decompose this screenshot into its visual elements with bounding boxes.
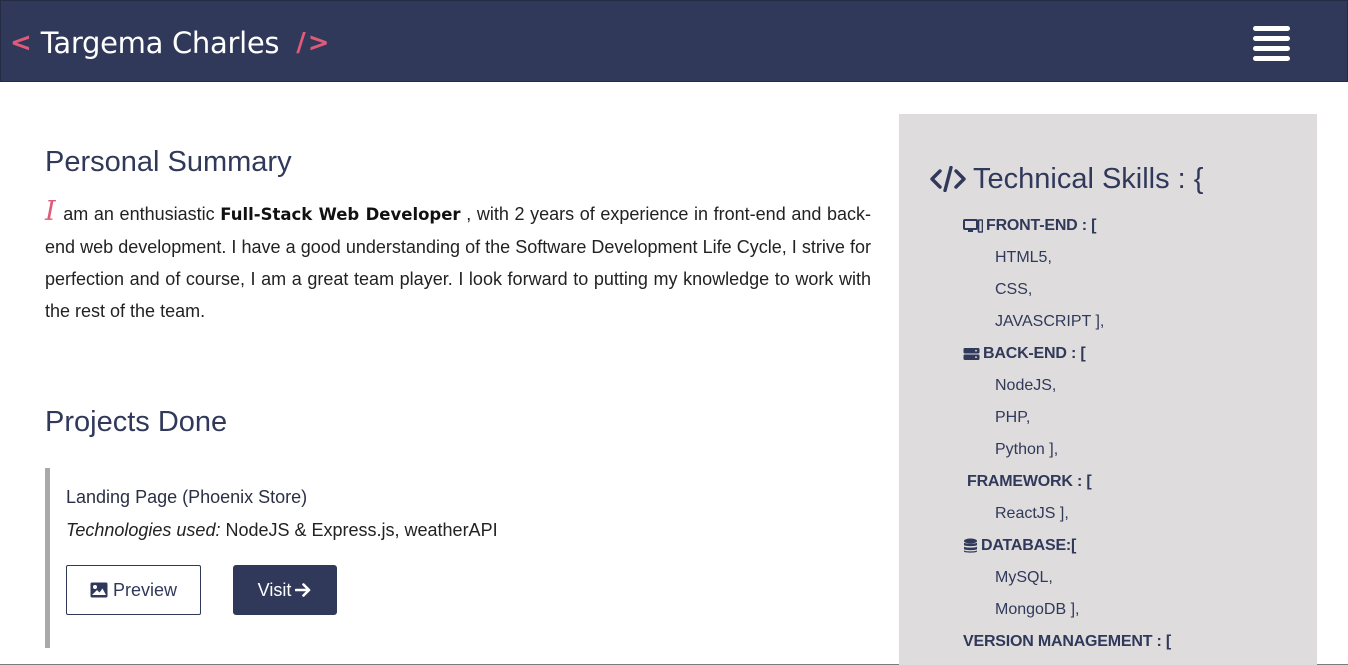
skill-item: CSS, <box>995 281 1033 298</box>
personal-summary-text: I am an enthusiastic Full-Stack Web Deve… <box>45 196 871 327</box>
skill-category-back-end: BACK-END : [ <box>963 343 1086 365</box>
project-technologies: Technologies used: NodeJS & Express.js, … <box>66 520 498 541</box>
preview-label: Preview <box>112 579 178 600</box>
project-card: Landing Page (Phoenix Store) Technologie… <box>45 468 871 648</box>
visit-button[interactable]: Visit <box>233 565 337 615</box>
hamburger-bar <box>1253 36 1290 41</box>
skill-category-database: DATABASE:[ <box>963 535 1076 557</box>
skill-line-text: VERSION MANAGEMENT : [ <box>963 633 1172 650</box>
desktop-icon <box>963 219 983 233</box>
skill-category-framework: FRAMEWORK : [ <box>967 471 1092 493</box>
skill-line-text: FRAMEWORK : [ <box>967 473 1092 490</box>
database-icon <box>963 538 978 554</box>
hamburger-bar <box>1253 46 1290 51</box>
technologies-value: NodeJS & Express.js, weatherAPI <box>220 520 498 540</box>
skill-item: MySQL, <box>995 569 1053 586</box>
skill-line-text: FRONT-END : [ <box>986 217 1097 234</box>
brand-name: Targema Charles <box>40 26 280 60</box>
skill-line-text: BACK-END : [ <box>983 345 1086 362</box>
open-bracket: < <box>10 28 32 58</box>
skill-item: NodeJS, <box>995 377 1057 394</box>
arrow-right-icon <box>295 582 312 598</box>
skill-item: JAVASCRIPT ], <box>995 313 1105 330</box>
hamburger-menu-icon[interactable] <box>1253 25 1291 63</box>
technical-skills-label: Technical Skills : { <box>973 163 1204 195</box>
hamburger-bar <box>1253 56 1290 61</box>
skill-item: Python ], <box>995 441 1059 458</box>
personal-summary-title: Personal Summary <box>45 146 292 178</box>
brand-logo[interactable]: < Targema Charles /> <box>10 23 332 63</box>
skill-item: ReactJS ], <box>995 505 1069 522</box>
skill-category-version-management: VERSION MANAGEMENT : [ <box>963 631 1171 653</box>
visit-label: Visit <box>257 579 292 600</box>
skill-item: HTML5, <box>995 249 1052 266</box>
skill-item: PHP, <box>995 409 1031 426</box>
code-icon <box>930 166 966 192</box>
skill-line-text: DATABASE:[ <box>981 537 1077 554</box>
project-name: Landing Page (Phoenix Store) <box>66 487 308 507</box>
skill-item: MongoDB ], <box>995 601 1080 618</box>
drop-cap: I <box>45 196 56 227</box>
close-bracket: /> <box>296 28 332 58</box>
summary-text-before: am an enthusiastic <box>57 204 221 224</box>
portfolio-page: < Targema Charles /> Personal Summary I … <box>0 0 1348 665</box>
preview-button[interactable]: Preview <box>66 565 201 615</box>
projects-done-title: Projects Done <box>45 406 228 438</box>
technical-skills-title: Technical Skills : { <box>930 160 1204 198</box>
summary-highlight: Full-Stack Web Developer <box>220 205 461 224</box>
technologies-label: Technologies used: <box>66 520 221 540</box>
server-icon <box>963 347 980 361</box>
technical-skills-panel: Technical Skills : { FRONT-END : [ HTML5… <box>899 114 1317 665</box>
skill-category-front-end: FRONT-END : [ <box>963 215 1096 237</box>
navbar: < Targema Charles /> <box>0 0 1348 82</box>
image-icon <box>90 582 108 598</box>
hamburger-bar <box>1253 26 1290 31</box>
